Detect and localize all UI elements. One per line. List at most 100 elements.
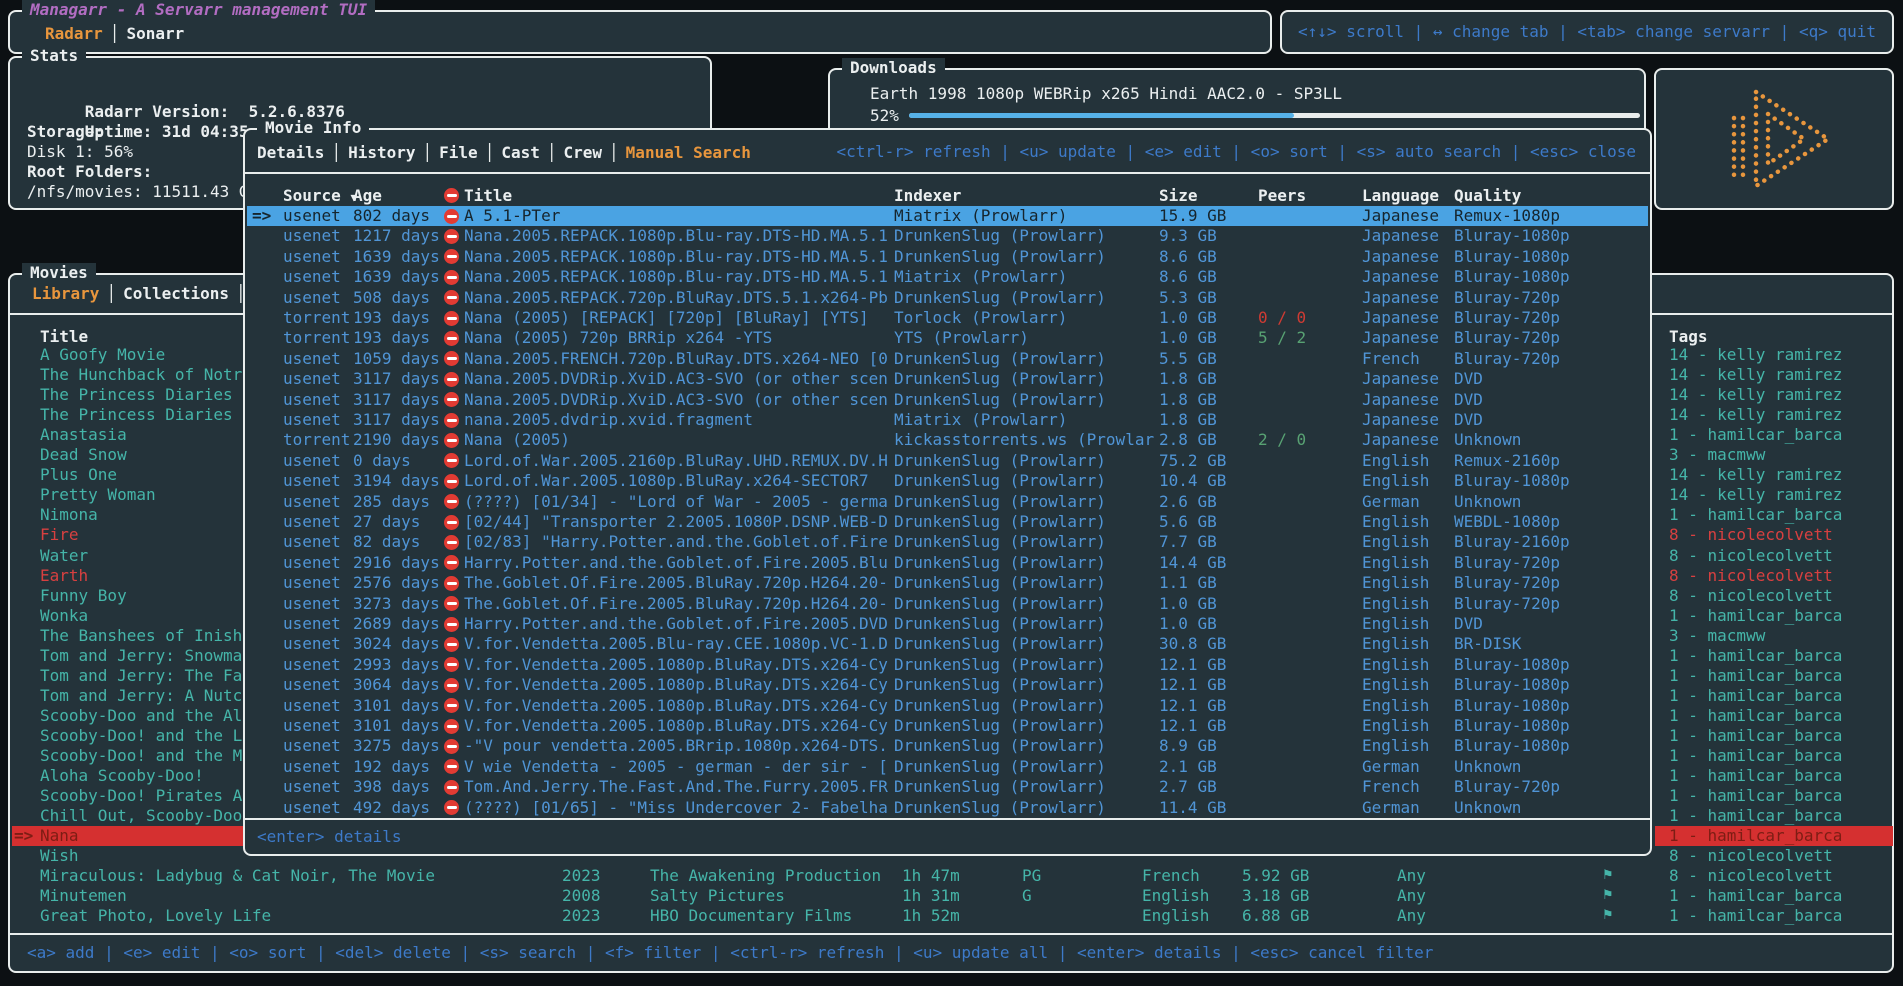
tag-item: 8 - nicolecolvett — [1669, 546, 1893, 566]
search-result-row[interactable]: usenet3273 daysThe.Goblet.Of.Fire.2005.B… — [245, 594, 1650, 614]
movie-list-item[interactable]: Miraculous: Ladybug & Cat Noir, The Movi… — [40, 866, 600, 886]
search-result-row[interactable]: usenet285 days(????) [01/34] - "Lord of … — [245, 492, 1650, 512]
column-source[interactable]: Source — [283, 186, 341, 205]
movie-language: English — [1142, 906, 1232, 926]
search-result-row[interactable]: usenet3275 days-"V pour vendetta.2005.BR… — [245, 736, 1650, 756]
downloads-panel-title: Downloads — [842, 58, 945, 77]
search-result-row[interactable]: usenet2689 daysHarry.Potter.and.the.Gobl… — [245, 614, 1650, 634]
search-result-row[interactable]: usenet3117 daysNana.2005.DVDRip.XviD.AC3… — [245, 369, 1650, 389]
tab-radarr[interactable]: Radarr — [45, 24, 103, 43]
movie-list-item[interactable]: Great Photo, Lovely Life — [40, 906, 600, 926]
rejected-icon — [444, 739, 459, 754]
tab-cast[interactable]: Cast — [501, 143, 540, 162]
search-result-row[interactable]: usenet2993 daysV.for.Vendetta.2005.1080p… — [245, 655, 1650, 675]
rejected-icon — [444, 535, 459, 550]
search-result-row[interactable]: usenet1217 daysNana.2005.REPACK.1080p.Bl… — [245, 226, 1650, 246]
global-keybindings: <↑↓> scroll | ↔ change tab | <tab> chang… — [1298, 22, 1876, 42]
result-size: 10.4 GB — [1159, 471, 1249, 491]
rejected-icon — [444, 392, 459, 407]
result-quality: Bluray-720p — [1454, 553, 1614, 573]
result-title: V.for.Vendetta.2005.1080p.BluRay.DTS.x26… — [464, 696, 891, 716]
result-title: [02/83] "Harry.Potter.and.the.Goblet.of.… — [464, 532, 891, 552]
tab-details[interactable]: Details — [257, 143, 324, 162]
search-result-row[interactable]: usenet3194 daysLord.of.War.2005.1080p.Bl… — [245, 471, 1650, 491]
result-age: 3117 days — [353, 410, 443, 430]
search-result-row[interactable]: usenet192 daysV wie Vendetta - 2005 - ge… — [245, 757, 1650, 777]
search-result-row[interactable]: torrent2190 daysNana (2005)kickasstorren… — [245, 430, 1650, 450]
result-indexer: DrunkenSlug (Prowlarr) — [894, 532, 1156, 552]
result-indexer: DrunkenSlug (Prowlarr) — [894, 716, 1156, 736]
search-result-row[interactable]: usenet3064 daysV.for.Vendetta.2005.1080p… — [245, 675, 1650, 695]
search-result-row[interactable]: usenet3101 daysV.for.Vendetta.2005.1080p… — [245, 696, 1650, 716]
result-size: 2.1 GB — [1159, 757, 1249, 777]
result-age: 2916 days — [353, 553, 443, 573]
result-language: Japanese — [1362, 308, 1452, 328]
tab-history[interactable]: History — [348, 143, 415, 162]
result-indexer: DrunkenSlug (Prowlarr) — [894, 777, 1156, 797]
result-size: 2.6 GB — [1159, 492, 1249, 512]
result-indexer: DrunkenSlug (Prowlarr) — [894, 573, 1156, 593]
tab-collections[interactable]: Collections — [123, 284, 229, 303]
search-result-row[interactable]: usenet1639 daysNana.2005.REPACK.1080p.Bl… — [245, 247, 1650, 267]
search-result-row[interactable]: usenet3117 daysNana.2005.DVDRip.XviD.AC3… — [245, 390, 1650, 410]
result-source: usenet — [283, 757, 353, 777]
result-size: 8.9 GB — [1159, 736, 1249, 756]
result-source: usenet — [283, 614, 353, 634]
result-size: 12.1 GB — [1159, 655, 1249, 675]
result-indexer: DrunkenSlug (Prowlarr) — [894, 492, 1156, 512]
monitored-icon: ⚑ — [1602, 886, 1614, 906]
result-age: 2190 days — [353, 430, 443, 450]
search-result-row[interactable]: usenet2576 daysThe.Goblet.Of.Fire.2005.B… — [245, 573, 1650, 593]
search-result-row[interactable]: usenet492 days(????) [01/65] - "Miss Und… — [245, 798, 1650, 818]
selected-row-arrow: => — [252, 206, 271, 226]
movie-list-item[interactable]: Minutemen — [40, 886, 600, 906]
search-result-row[interactable]: =>usenet802 daysA 5.1-PTerMiatrix (Prowl… — [245, 206, 1650, 226]
result-source: usenet — [283, 451, 353, 471]
result-indexer: YTS (Prowlarr) — [894, 328, 1156, 348]
tab-file[interactable]: File — [439, 143, 478, 162]
search-result-row[interactable]: torrent193 daysNana (2005) 720p BRRip x2… — [245, 328, 1650, 348]
tag-item: 8 - nicolecolvett — [1669, 566, 1893, 586]
search-result-row[interactable]: usenet0 daysLord.of.War.2005.2160p.BluRa… — [245, 451, 1650, 471]
result-language: English — [1362, 512, 1452, 532]
column-quality[interactable]: Quality — [1454, 186, 1521, 206]
search-result-row[interactable]: usenet27 days[02/44] "Transporter 2.2005… — [245, 512, 1650, 532]
modal-footer-hint: <enter> details — [257, 827, 402, 847]
tag-item: 3 - macmww — [1669, 626, 1893, 646]
search-result-row[interactable]: usenet1639 daysNana.2005.REPACK.1080p.Bl… — [245, 267, 1650, 287]
result-indexer: DrunkenSlug (Prowlarr) — [894, 614, 1156, 634]
search-result-row[interactable]: usenet3101 daysV.for.Vendetta.2005.1080p… — [245, 716, 1650, 736]
search-result-row[interactable]: usenet398 daysTom.And.Jerry.The.Fast.And… — [245, 777, 1650, 797]
search-result-row[interactable]: usenet2916 daysHarry.Potter.and.the.Gobl… — [245, 553, 1650, 573]
result-indexer: DrunkenSlug (Prowlarr) — [894, 736, 1156, 756]
result-title: Nana.2005.REPACK.1080p.Blu-ray.DTS-HD.MA… — [464, 247, 891, 267]
tag-item: 8 - nicolecolvett — [1669, 525, 1893, 545]
column-size[interactable]: Size — [1159, 186, 1198, 206]
column-language[interactable]: Language — [1362, 186, 1439, 206]
search-result-row[interactable]: torrent193 daysNana (2005) [REPACK] [720… — [245, 308, 1650, 328]
search-result-row[interactable]: usenet3024 daysV.for.Vendetta.2005.Blu-r… — [245, 634, 1650, 654]
tab-sonarr[interactable]: Sonarr — [126, 24, 184, 43]
tag-item: 14 - kelly ramirez — [1669, 465, 1893, 485]
tab-manual-search[interactable]: Manual Search — [626, 143, 751, 162]
search-result-row[interactable]: usenet3117 daysnana.2005.dvdrip.xvid.fra… — [245, 410, 1650, 430]
movie-rating: G — [1022, 886, 1082, 906]
search-result-row[interactable]: usenet508 daysNana.2005.REPACK.720p.BluR… — [245, 288, 1650, 308]
tab-crew[interactable]: Crew — [564, 143, 603, 162]
column-age[interactable]: Age — [353, 186, 382, 206]
result-quality: BR-DISK — [1454, 634, 1614, 654]
result-size: 5.5 GB — [1159, 349, 1249, 369]
result-size: 1.8 GB — [1159, 369, 1249, 389]
result-age: 1059 days — [353, 349, 443, 369]
column-indexer[interactable]: Indexer — [894, 186, 961, 206]
result-language: Japanese — [1362, 267, 1452, 287]
column-peers[interactable]: Peers — [1258, 186, 1306, 206]
rejected-icon — [444, 372, 459, 387]
search-result-row[interactable]: usenet82 days[02/83] "Harry.Potter.and.t… — [245, 532, 1650, 552]
tab-library[interactable]: Library — [32, 284, 99, 303]
result-language: Japanese — [1362, 430, 1452, 450]
result-age: 3117 days — [353, 390, 443, 410]
search-result-row[interactable]: usenet1059 daysNana.2005.FRENCH.720p.Blu… — [245, 349, 1650, 369]
movie-language: English — [1142, 886, 1232, 906]
column-title[interactable]: Title — [464, 186, 512, 206]
